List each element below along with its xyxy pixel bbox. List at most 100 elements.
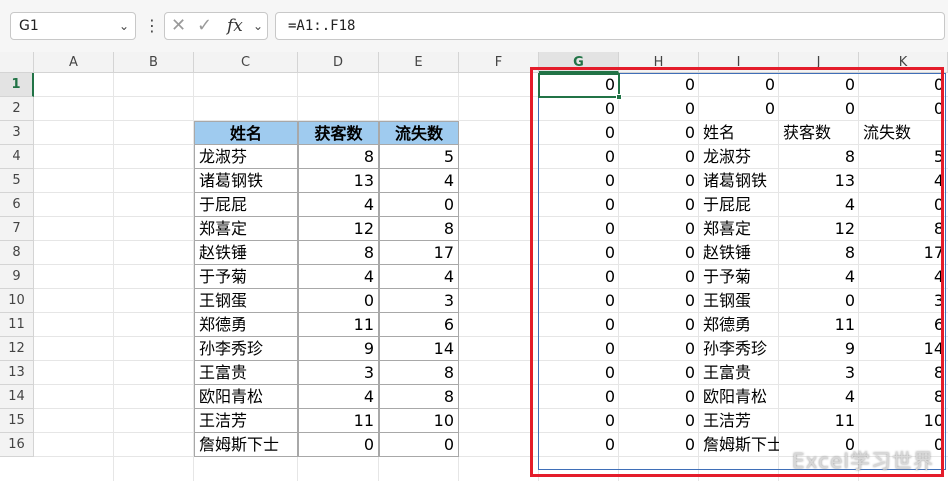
- table-cell[interactable]: 8: [298, 241, 379, 265]
- result-cell[interactable]: 4: [779, 265, 859, 289]
- table-cell[interactable]: 0: [379, 193, 459, 217]
- table-cell[interactable]: 8: [379, 361, 459, 385]
- table-cell[interactable]: 于予菊: [194, 265, 298, 289]
- result-cell[interactable]: 0: [859, 97, 948, 121]
- row-header-9[interactable]: 9: [0, 265, 34, 289]
- result-cell[interactable]: 0: [619, 121, 699, 145]
- column-header-k[interactable]: K: [859, 52, 948, 73]
- result-cell[interactable]: 0: [699, 73, 779, 97]
- table-cell[interactable]: 王富贵: [194, 361, 298, 385]
- result-cell[interactable]: 0: [539, 169, 619, 193]
- result-cell[interactable]: 0: [699, 97, 779, 121]
- result-cell[interactable]: 0: [539, 145, 619, 169]
- row-header-14[interactable]: 14: [0, 385, 34, 409]
- result-cell[interactable]: 11: [779, 409, 859, 433]
- result-cell[interactable]: 0: [619, 169, 699, 193]
- result-cell[interactable]: 8: [859, 385, 948, 409]
- table-cell[interactable]: 王洁芳: [194, 409, 298, 433]
- table-cell[interactable]: 王钢蛋: [194, 289, 298, 313]
- result-cell[interactable]: 14: [859, 337, 948, 361]
- row-header-3[interactable]: 3: [0, 121, 34, 145]
- result-cell[interactable]: 8: [779, 241, 859, 265]
- result-cell[interactable]: 于予菊: [699, 265, 779, 289]
- column-header-g[interactable]: G: [539, 52, 619, 73]
- table-cell[interactable]: 赵铁锤: [194, 241, 298, 265]
- row-header-8[interactable]: 8: [0, 241, 34, 265]
- result-cell[interactable]: 诸葛钢铁: [699, 169, 779, 193]
- result-cell[interactable]: 0: [539, 217, 619, 241]
- result-cell[interactable]: 于屁屁: [699, 193, 779, 217]
- select-all-corner[interactable]: [0, 52, 34, 73]
- table-cell[interactable]: 11: [298, 409, 379, 433]
- result-cell[interactable]: 4: [779, 385, 859, 409]
- table-cell[interactable]: 3: [379, 289, 459, 313]
- result-cell[interactable]: 0: [539, 241, 619, 265]
- column-header-b[interactable]: B: [114, 52, 194, 73]
- result-cell[interactable]: 5: [859, 145, 948, 169]
- result-cell[interactable]: 0: [539, 409, 619, 433]
- result-cell[interactable]: 4: [859, 265, 948, 289]
- table-cell[interactable]: 5: [379, 145, 459, 169]
- result-cell[interactable]: 4: [859, 169, 948, 193]
- row-header-1[interactable]: 1: [0, 73, 34, 97]
- table-header-cell[interactable]: 姓名: [194, 121, 298, 145]
- row-header-15[interactable]: 15: [0, 409, 34, 433]
- result-cell[interactable]: 6: [859, 313, 948, 337]
- result-cell[interactable]: 13: [779, 169, 859, 193]
- result-cell[interactable]: 0: [619, 313, 699, 337]
- result-cell[interactable]: 0: [619, 97, 699, 121]
- table-cell[interactable]: 0: [298, 289, 379, 313]
- table-cell[interactable]: 龙淑芬: [194, 145, 298, 169]
- result-cell[interactable]: 10: [859, 409, 948, 433]
- result-cell[interactable]: 0: [539, 361, 619, 385]
- result-cell[interactable]: 0: [859, 433, 948, 457]
- table-cell[interactable]: 11: [298, 313, 379, 337]
- table-cell[interactable]: 郑德勇: [194, 313, 298, 337]
- result-cell[interactable]: 0: [619, 433, 699, 457]
- result-cell[interactable]: 郑喜定: [699, 217, 779, 241]
- table-cell[interactable]: 12: [298, 217, 379, 241]
- table-cell[interactable]: 9: [298, 337, 379, 361]
- name-box[interactable]: G1 ⌄: [10, 12, 136, 40]
- table-cell[interactable]: 0: [298, 433, 379, 457]
- table-cell[interactable]: 郑喜定: [194, 217, 298, 241]
- result-cell[interactable]: 姓名: [699, 121, 779, 145]
- table-cell[interactable]: 4: [298, 265, 379, 289]
- row-header-6[interactable]: 6: [0, 193, 34, 217]
- result-cell[interactable]: 12: [779, 217, 859, 241]
- result-cell[interactable]: 王富贵: [699, 361, 779, 385]
- result-cell[interactable]: 0: [539, 433, 619, 457]
- result-cell[interactable]: 9: [779, 337, 859, 361]
- table-cell[interactable]: 4: [298, 385, 379, 409]
- result-cell[interactable]: 17: [859, 241, 948, 265]
- chevron-down-icon[interactable]: ⌄: [253, 13, 263, 39]
- result-cell[interactable]: 0: [539, 313, 619, 337]
- result-cell[interactable]: 11: [779, 313, 859, 337]
- result-cell[interactable]: 孙李秀珍: [699, 337, 779, 361]
- result-cell[interactable]: 詹姆斯下士: [699, 433, 779, 457]
- table-cell[interactable]: 4: [298, 193, 379, 217]
- insert-function-icon[interactable]: fx: [227, 13, 243, 39]
- row-header-16[interactable]: 16: [0, 433, 34, 457]
- result-cell[interactable]: 0: [539, 97, 619, 121]
- result-cell[interactable]: 8: [859, 217, 948, 241]
- result-cell[interactable]: 0: [859, 193, 948, 217]
- table-cell[interactable]: 4: [379, 265, 459, 289]
- formula-input[interactable]: =A1:.F18: [275, 12, 945, 40]
- table-cell[interactable]: 0: [379, 433, 459, 457]
- table-cell[interactable]: 欧阳青松: [194, 385, 298, 409]
- result-cell[interactable]: 0: [619, 289, 699, 313]
- result-cell[interactable]: 0: [539, 265, 619, 289]
- column-header-h[interactable]: H: [619, 52, 699, 73]
- row-header-7[interactable]: 7: [0, 217, 34, 241]
- result-cell[interactable]: 0: [619, 265, 699, 289]
- table-header-cell[interactable]: 流失数: [379, 121, 459, 145]
- table-cell[interactable]: 8: [298, 145, 379, 169]
- result-cell[interactable]: 0: [539, 73, 619, 97]
- table-cell[interactable]: 诸葛钢铁: [194, 169, 298, 193]
- row-header-4[interactable]: 4: [0, 145, 34, 169]
- chevron-down-icon[interactable]: ⌄: [119, 13, 129, 39]
- result-cell[interactable]: 获客数: [779, 121, 859, 145]
- table-cell[interactable]: 8: [379, 385, 459, 409]
- result-cell[interactable]: 赵铁锤: [699, 241, 779, 265]
